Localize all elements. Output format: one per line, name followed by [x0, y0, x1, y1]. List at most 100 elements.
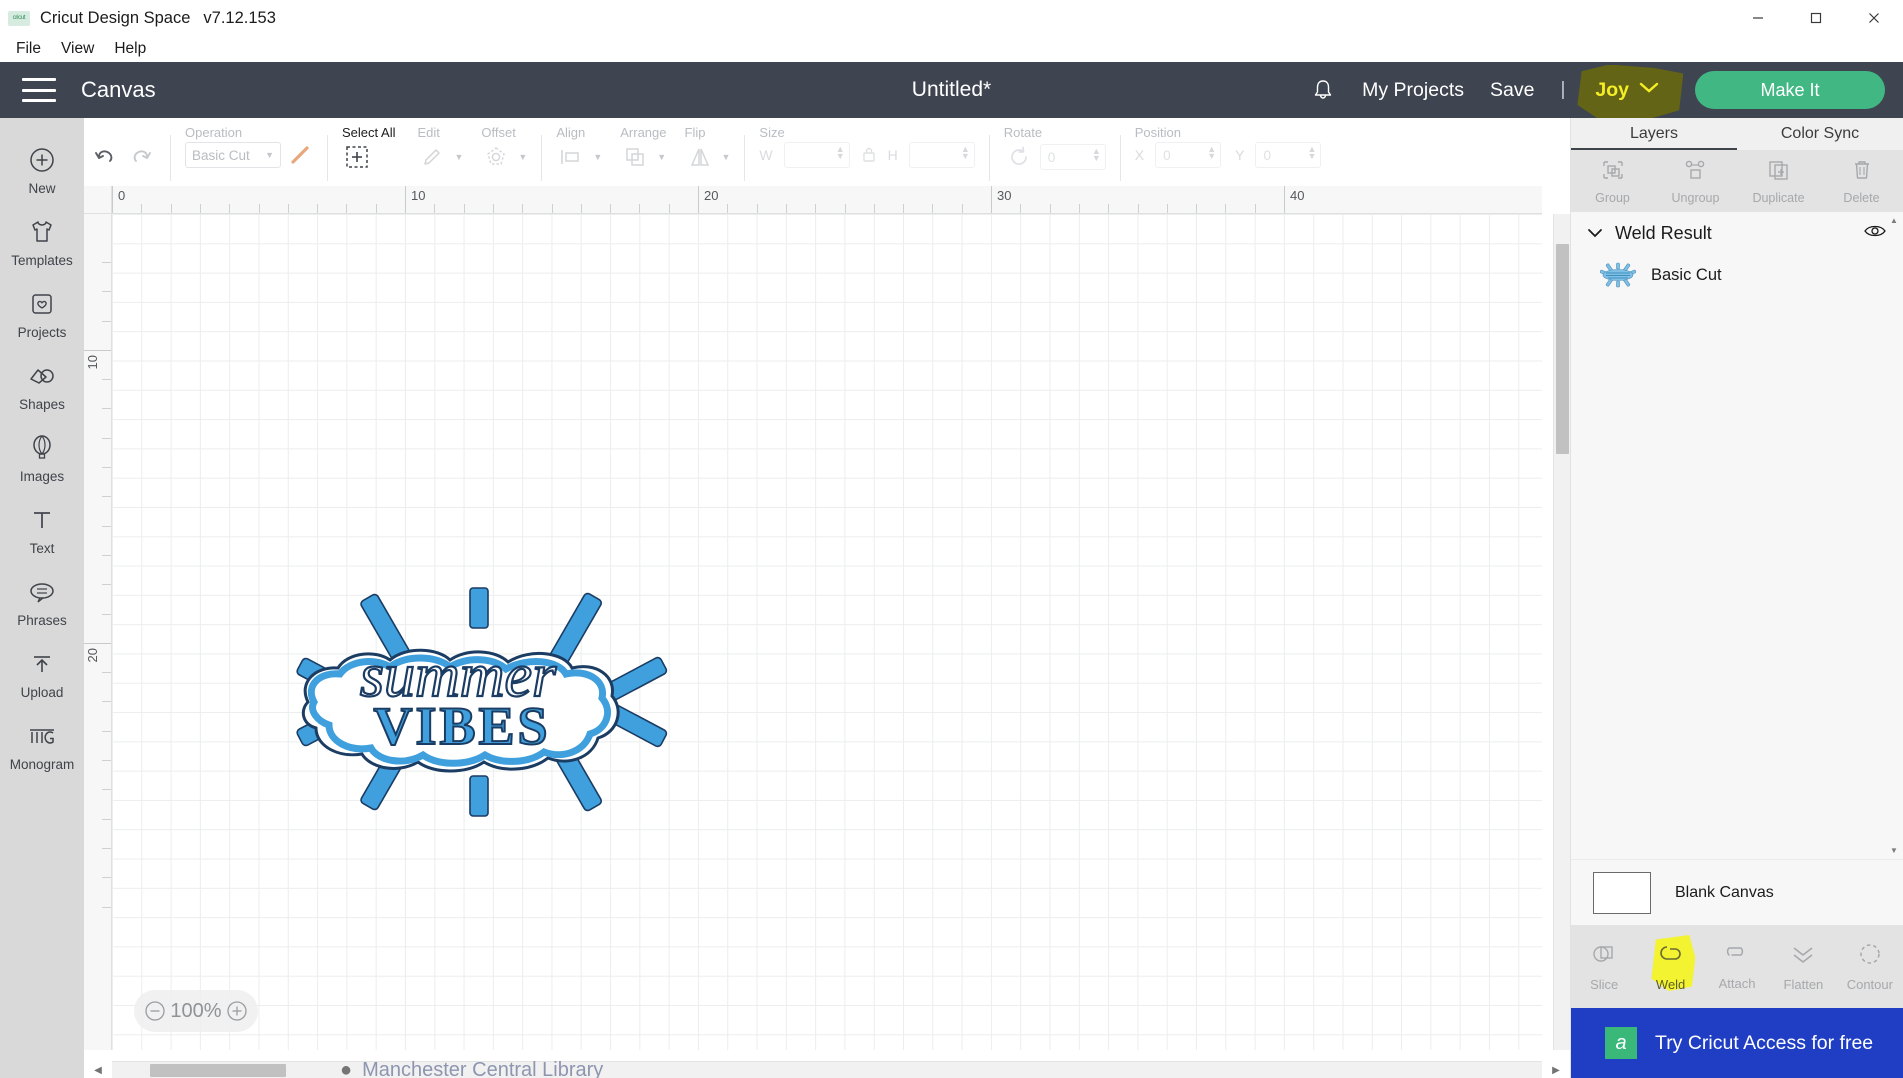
my-projects-link[interactable]: My Projects [1362, 79, 1464, 102]
contour-button[interactable]: Contour [1837, 925, 1903, 1008]
redo-icon[interactable] [126, 142, 156, 172]
machine-name: Joy [1595, 78, 1629, 101]
hamburger-icon[interactable] [22, 78, 56, 102]
chevron-down-icon: ▼ [518, 152, 528, 162]
operation-color-swatch[interactable] [287, 142, 313, 168]
ruler-corner [84, 186, 112, 214]
shapes-icon [27, 361, 57, 391]
chevron-down-icon[interactable] [1587, 225, 1607, 242]
maximize-icon[interactable] [1787, 0, 1845, 36]
make-it-button[interactable]: Make It [1695, 71, 1885, 109]
delete-button[interactable]: Delete [1820, 150, 1903, 212]
toolbar-divider [541, 135, 543, 181]
arrange-label: Arrange [620, 125, 667, 140]
vertical-scrollbar[interactable] [1553, 214, 1570, 1050]
height-stepper[interactable]: ▲ ▼ [961, 145, 970, 161]
pos-y-input[interactable]: 0 ▲ ▼ [1255, 142, 1322, 168]
align-label: Align [556, 125, 586, 140]
sidebar-item-monogram[interactable]: Monogram [0, 710, 84, 782]
undo-icon[interactable] [90, 142, 120, 172]
height-label: H [887, 147, 898, 163]
history-label [90, 123, 156, 142]
sidebar-item-label: Templates [11, 252, 73, 268]
weld-button[interactable]: Weld [1637, 925, 1703, 1008]
pencil-icon[interactable] [417, 142, 447, 172]
scroll-right-arrow[interactable]: ▶ [1546, 1062, 1566, 1078]
sidebar-item-shapes[interactable]: Shapes [0, 350, 84, 422]
minus-circle-icon[interactable] [144, 1000, 166, 1022]
minimize-icon[interactable] [1729, 0, 1787, 36]
scroll-up-arrow[interactable]: ▲ [1888, 214, 1900, 226]
rotate-stepper[interactable]: ▲ ▼ [1092, 147, 1101, 163]
cricut-access-banner[interactable]: a Try Cricut Access for free [1571, 1008, 1903, 1078]
flip-icon[interactable] [685, 142, 715, 172]
group-label: Group [1595, 190, 1630, 205]
tab-layers[interactable]: Layers [1571, 118, 1737, 150]
scroll-left-arrow[interactable]: ◀ [88, 1062, 108, 1078]
canvas-area[interactable]: 0 10 20 30 40 10 20 summer VIBES 100% ◀ … [84, 186, 1570, 1078]
machine-selector[interactable]: Joy [1577, 64, 1684, 121]
align-icon[interactable] [556, 142, 586, 172]
width-input[interactable]: ▲ ▼ [783, 142, 850, 168]
plus-circle-icon[interactable] [226, 1000, 248, 1022]
chevron-down-icon: ▼ [657, 152, 667, 162]
attach-button[interactable]: Attach [1704, 925, 1770, 1008]
sidebar-item-new[interactable]: New [0, 134, 84, 206]
eye-icon[interactable] [1863, 223, 1887, 244]
close-icon[interactable] [1845, 0, 1903, 36]
sidebar-item-projects[interactable]: Projects [0, 278, 84, 350]
width-stepper[interactable]: ▲ ▼ [836, 145, 845, 161]
save-button[interactable]: Save [1490, 79, 1534, 102]
zoom-control[interactable]: 100% [134, 990, 258, 1032]
layer-item[interactable]: Basic Cut [1571, 254, 1903, 296]
sidebar-item-label: Shapes [19, 396, 65, 412]
group-button[interactable]: Group [1571, 150, 1654, 212]
sidebar-item-text[interactable]: Text [0, 494, 84, 566]
duplicate-button[interactable]: Duplicate [1737, 150, 1820, 212]
trash-icon [1851, 158, 1873, 187]
lock-icon[interactable] [860, 145, 878, 165]
contour-icon [1857, 942, 1883, 971]
operation-value: Basic Cut [192, 147, 250, 163]
toolbar-divider [327, 135, 328, 181]
title-bar: cricut Cricut Design Space v7.12.153 [0, 0, 1903, 36]
slice-button[interactable]: Slice [1571, 925, 1637, 1008]
layer-group-row[interactable]: Weld Result [1571, 212, 1903, 254]
vertical-scrollbar-thumb[interactable] [1556, 244, 1569, 454]
bell-icon[interactable] [1310, 76, 1336, 104]
ungroup-button[interactable]: Ungroup [1654, 150, 1737, 212]
sidebar-item-templates[interactable]: Templates [0, 206, 84, 278]
horizontal-scrollbar[interactable]: ◀ ▶ [94, 1061, 1560, 1078]
height-input[interactable]: ▲ ▼ [908, 142, 975, 168]
sidebar-item-upload[interactable]: Upload [0, 638, 84, 710]
summer-vibes-artwork[interactable]: summer VIBES [272, 582, 692, 822]
weld-icon [1658, 942, 1684, 971]
app-title: Cricut Design Space [40, 8, 191, 27]
rotate-input[interactable]: 0 ▲ ▼ [1039, 144, 1106, 170]
scroll-down-arrow[interactable]: ▼ [1888, 844, 1900, 856]
tab-color-sync[interactable]: Color Sync [1737, 118, 1903, 150]
rotate-value: 0 [1047, 149, 1056, 165]
pos-y-stepper[interactable]: ▲ ▼ [1308, 145, 1317, 161]
rotate-icon[interactable] [1004, 142, 1034, 172]
sidebar-item-label: Text [29, 540, 55, 556]
layers-scrollbar[interactable]: ▲ ▼ [1888, 214, 1900, 856]
menu-file[interactable]: File [6, 40, 51, 58]
menu-help[interactable]: Help [104, 40, 156, 58]
horizontal-scrollbar-thumb[interactable] [150, 1064, 286, 1077]
select-all-icon[interactable] [342, 142, 372, 172]
sidebar-item-images[interactable]: Images [0, 422, 84, 494]
pos-x-input[interactable]: 0 ▲ ▼ [1155, 142, 1222, 168]
operation-select[interactable]: Basic Cut ▼ [185, 142, 281, 168]
weld-result-thumbnail [1599, 261, 1637, 289]
canvas-background-row[interactable]: Blank Canvas [1571, 859, 1903, 925]
canvas-color-swatch[interactable] [1593, 871, 1651, 914]
menu-view[interactable]: View [51, 40, 104, 58]
pos-x-stepper[interactable]: ▲ ▼ [1207, 145, 1216, 161]
layer-item-label: Basic Cut [1651, 265, 1722, 284]
flatten-button[interactable]: Flatten [1770, 925, 1836, 1008]
offset-icon[interactable] [481, 142, 511, 172]
sidebar-item-phrases[interactable]: Phrases [0, 566, 84, 638]
arrange-icon[interactable] [620, 142, 650, 172]
design-grid[interactable]: summer VIBES 100% [112, 214, 1542, 1050]
